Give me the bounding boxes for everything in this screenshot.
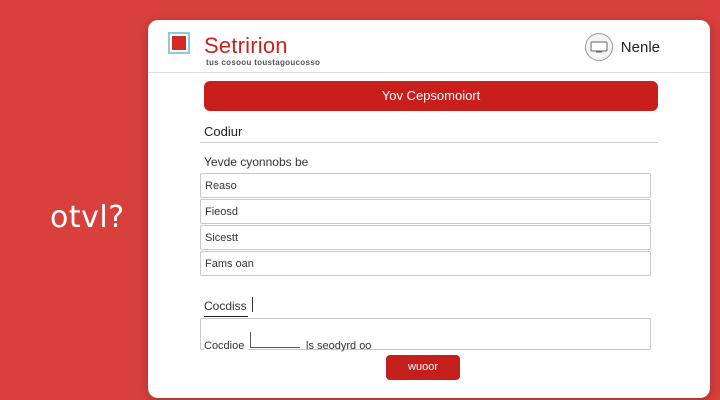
form-field-2[interactable]: Fieosd [200,199,651,224]
monitor-icon [590,41,608,53]
app-header: Setririon tus cosoou toustagoucosso Nenl… [148,20,710,72]
subsection-label: Cocdiss [204,299,247,313]
form-field-4[interactable]: Fams oan [200,251,651,276]
app-subtitle: tus cosoou toustagoucosso [206,58,321,67]
form-caption: Yevde cyonnobs be [204,155,309,169]
avatar-icon[interactable] [584,33,613,61]
banner-button[interactable]: Yov Cepsomoiort [204,81,658,111]
submit-button[interactable]: wuoor [386,355,460,380]
form-card: Setririon tus cosoou toustagoucosso Nenl… [148,20,710,398]
logo-icon [168,32,190,54]
comment-field-caption: ls seodyrd oo [306,340,372,352]
field-label: Fams oan [205,258,254,270]
section-divider [200,142,658,143]
app-title: Setririon [204,33,288,58]
user-name[interactable]: Nenle [621,39,660,56]
comment-field-label: Cocdioe [204,340,249,352]
user-menu[interactable]: Nenle [584,33,660,61]
header-divider [148,72,710,73]
field-label: Fieosd [205,206,239,218]
section-heading: Codiur [204,124,243,139]
subsection-underline [204,316,248,317]
field-label: Sicestt [205,232,239,244]
side-text: otvl? [50,200,125,235]
form-field-3[interactable]: Sicestt [200,225,651,250]
field-label: Reaso [205,180,237,192]
inline-input[interactable] [250,332,300,348]
form-field-1[interactable]: Reaso [200,173,651,198]
text-cursor [252,297,253,312]
